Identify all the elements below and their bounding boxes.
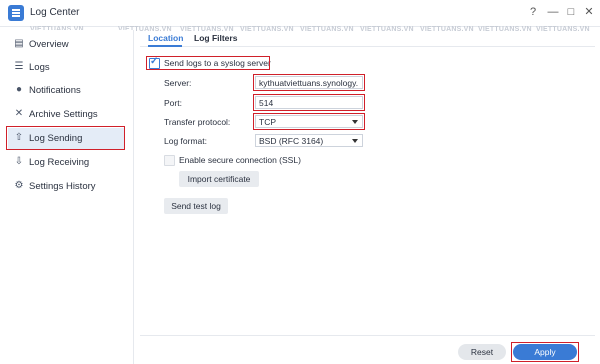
title-bar: Log Center ? — □ ✕ bbox=[0, 0, 600, 27]
port-label: Port: bbox=[164, 98, 182, 108]
speech-bubble-icon: ● bbox=[15, 84, 23, 95]
chevron-down-icon bbox=[352, 139, 358, 143]
sidebar-item-log-receiving[interactable]: ⇩ Log Receiving bbox=[8, 152, 125, 174]
footer-divider bbox=[140, 335, 595, 336]
log-center-app-icon bbox=[8, 5, 24, 21]
sidebar-item-log-sending[interactable]: ⇧ Log Sending bbox=[6, 126, 125, 150]
ssl-label: Enable secure connection (SSL) bbox=[179, 155, 301, 165]
gear-icon: ⚙ bbox=[14, 180, 24, 191]
sidebar-item-label: Log Sending bbox=[29, 133, 83, 144]
sidebar-item-label: Archive Settings bbox=[29, 109, 98, 120]
watermark-text: VIETTUANS.VN bbox=[536, 26, 590, 33]
watermark-text: VIETTUANS.VN bbox=[180, 26, 234, 33]
overview-icon: ▤ bbox=[14, 38, 24, 49]
list-icon: ☰ bbox=[14, 61, 24, 72]
send-logs-highlight bbox=[146, 56, 270, 70]
help-button[interactable]: ? bbox=[526, 5, 540, 19]
watermark-text: VIETTUANS.VN bbox=[360, 26, 414, 33]
sidebar-item-archive-settings[interactable]: ✕ Archive Settings bbox=[8, 104, 125, 126]
sidebar-item-settings-history[interactable]: ⚙ Settings History bbox=[8, 176, 125, 198]
watermark-text: VIETTUANS.VN bbox=[300, 26, 354, 33]
log-format-select[interactable]: BSD (RFC 3164) bbox=[255, 134, 363, 147]
watermark-text: VIETTUANS.VN bbox=[240, 26, 294, 33]
export-icon: ⇧ bbox=[14, 132, 24, 143]
server-label: Server: bbox=[164, 78, 192, 88]
sidebar-item-overview[interactable]: ▤ Overview bbox=[8, 34, 125, 56]
transfer-protocol-highlight bbox=[253, 113, 365, 130]
tab-log-filters[interactable]: Log Filters bbox=[194, 33, 237, 43]
transfer-protocol-label: Transfer protocol: bbox=[164, 117, 231, 127]
sidebar-item-label: Log Receiving bbox=[29, 157, 90, 168]
watermark-text: VIETTUANS.VN bbox=[478, 26, 532, 33]
active-tab-indicator bbox=[148, 45, 182, 47]
maximize-button[interactable]: □ bbox=[564, 5, 578, 19]
close-button[interactable]: ✕ bbox=[582, 5, 596, 19]
reset-button[interactable]: Reset bbox=[458, 344, 506, 360]
sidebar-item-label: Notifications bbox=[29, 85, 81, 96]
import-icon: ⇩ bbox=[14, 156, 24, 167]
import-certificate-button[interactable]: Import certificate bbox=[179, 171, 259, 187]
log-format-label: Log format: bbox=[164, 136, 207, 146]
sidebar-item-notifications[interactable]: ● Notifications bbox=[8, 80, 125, 102]
ssl-checkbox[interactable] bbox=[164, 155, 175, 166]
sidebar-item-label: Overview bbox=[29, 39, 69, 50]
minimize-button[interactable]: — bbox=[546, 5, 560, 19]
send-test-log-button[interactable]: Send test log bbox=[164, 198, 228, 214]
watermark-text: VIETTUANS.VN bbox=[420, 26, 474, 33]
window-title: Log Center bbox=[30, 7, 80, 18]
tab-location[interactable]: Location bbox=[148, 33, 183, 43]
server-highlight bbox=[253, 74, 365, 91]
wrench-icon: ✕ bbox=[14, 108, 24, 119]
apply-highlight bbox=[511, 342, 579, 362]
log-format-value: BSD (RFC 3164) bbox=[259, 136, 324, 146]
sidebar-item-label: Settings History bbox=[29, 181, 96, 192]
sidebar-item-label: Logs bbox=[29, 62, 50, 73]
tab-divider bbox=[140, 46, 595, 47]
sidebar-item-logs[interactable]: ☰ Logs bbox=[8, 57, 125, 79]
sidebar: ▤ Overview ☰ Logs ● Notifications ✕ Arch… bbox=[0, 30, 134, 364]
port-highlight bbox=[253, 94, 365, 111]
